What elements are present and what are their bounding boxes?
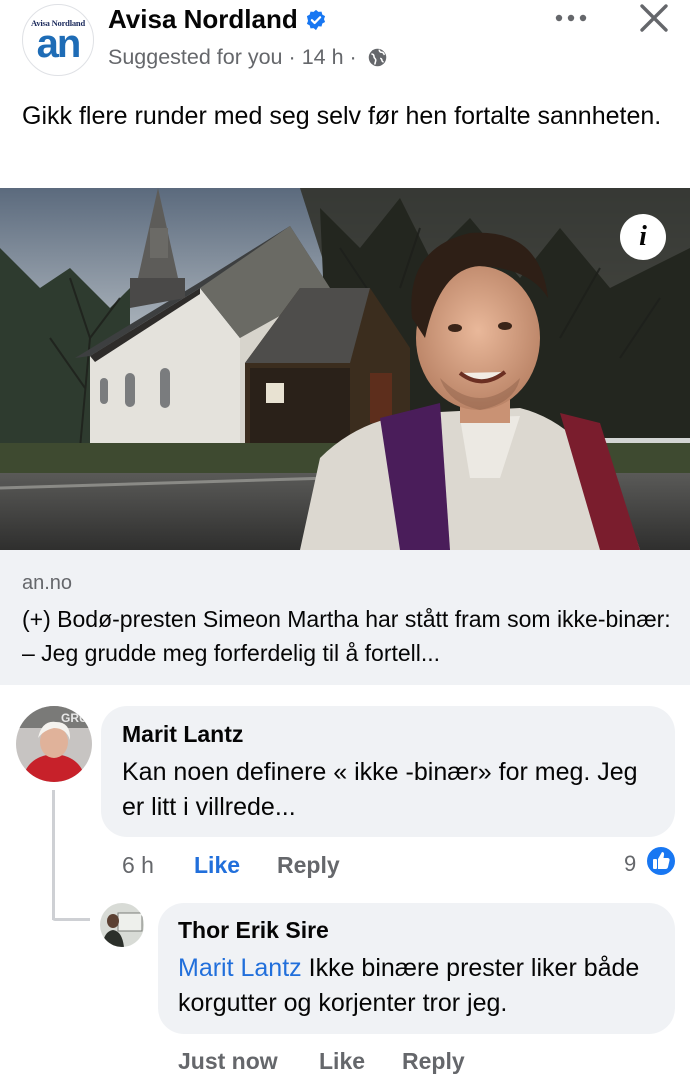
- meta-separator: ·: [349, 45, 357, 69]
- avatar-photo: GRU: [16, 706, 92, 782]
- post-text: Gikk flere runder med seg selv før hen f…: [22, 102, 662, 130]
- comment-author[interactable]: Thor Erik Sire: [178, 917, 329, 944]
- meta-separator: ·: [288, 45, 296, 69]
- close-icon[interactable]: [636, 0, 672, 36]
- comment-like-button[interactable]: Like: [319, 1048, 365, 1075]
- page-name[interactable]: Avisa Nordland: [108, 4, 298, 35]
- comment-author[interactable]: Marit Lantz: [122, 721, 243, 748]
- comment-time[interactable]: Just now: [178, 1048, 278, 1075]
- comment-text: Marit Lantz Ikke binære prester liker bå…: [178, 951, 658, 1021]
- post-header: Avisa Nordland an Avisa Nordland Suggest…: [0, 0, 690, 95]
- comment-reply-button[interactable]: Reply: [277, 852, 340, 879]
- post-time[interactable]: 14 h: [302, 45, 344, 70]
- thread-connector: [52, 918, 90, 921]
- link-domain: an.no: [22, 572, 73, 594]
- page-avatar[interactable]: Avisa Nordland an: [22, 4, 94, 76]
- post-photo[interactable]: [0, 188, 690, 550]
- thread-line: [52, 790, 55, 920]
- post-meta: Suggested for you · 14 h ·: [108, 45, 388, 70]
- svg-text:GRU: GRU: [61, 711, 88, 725]
- comment-text: Kan noen definere « ikke -binær» for meg…: [122, 758, 638, 821]
- commenter-avatar[interactable]: GRU: [16, 706, 92, 782]
- comment-like-button[interactable]: Like: [194, 852, 240, 879]
- comment-reply-button[interactable]: Reply: [402, 1048, 465, 1075]
- link-title[interactable]: (+) Bodø-presten Simeon Martha har stått…: [22, 602, 672, 670]
- logo-big-text: an: [36, 22, 82, 66]
- info-icon[interactable]: i: [620, 214, 666, 260]
- page-name-row: Avisa Nordland: [108, 4, 327, 35]
- comment-mention[interactable]: Marit Lantz: [178, 954, 302, 982]
- photo-illustration: [0, 188, 690, 550]
- verified-badge-icon: [306, 9, 325, 30]
- comment-time[interactable]: 6 h: [122, 852, 154, 879]
- more-icon[interactable]: [551, 4, 591, 32]
- suggested-label: Suggested for you: [108, 45, 283, 69]
- reaction-count[interactable]: 9: [624, 851, 636, 877]
- globe-icon: [368, 48, 386, 67]
- like-reaction-icon[interactable]: [645, 845, 677, 877]
- avatar-photo: [100, 903, 144, 947]
- commenter-avatar[interactable]: [100, 903, 144, 947]
